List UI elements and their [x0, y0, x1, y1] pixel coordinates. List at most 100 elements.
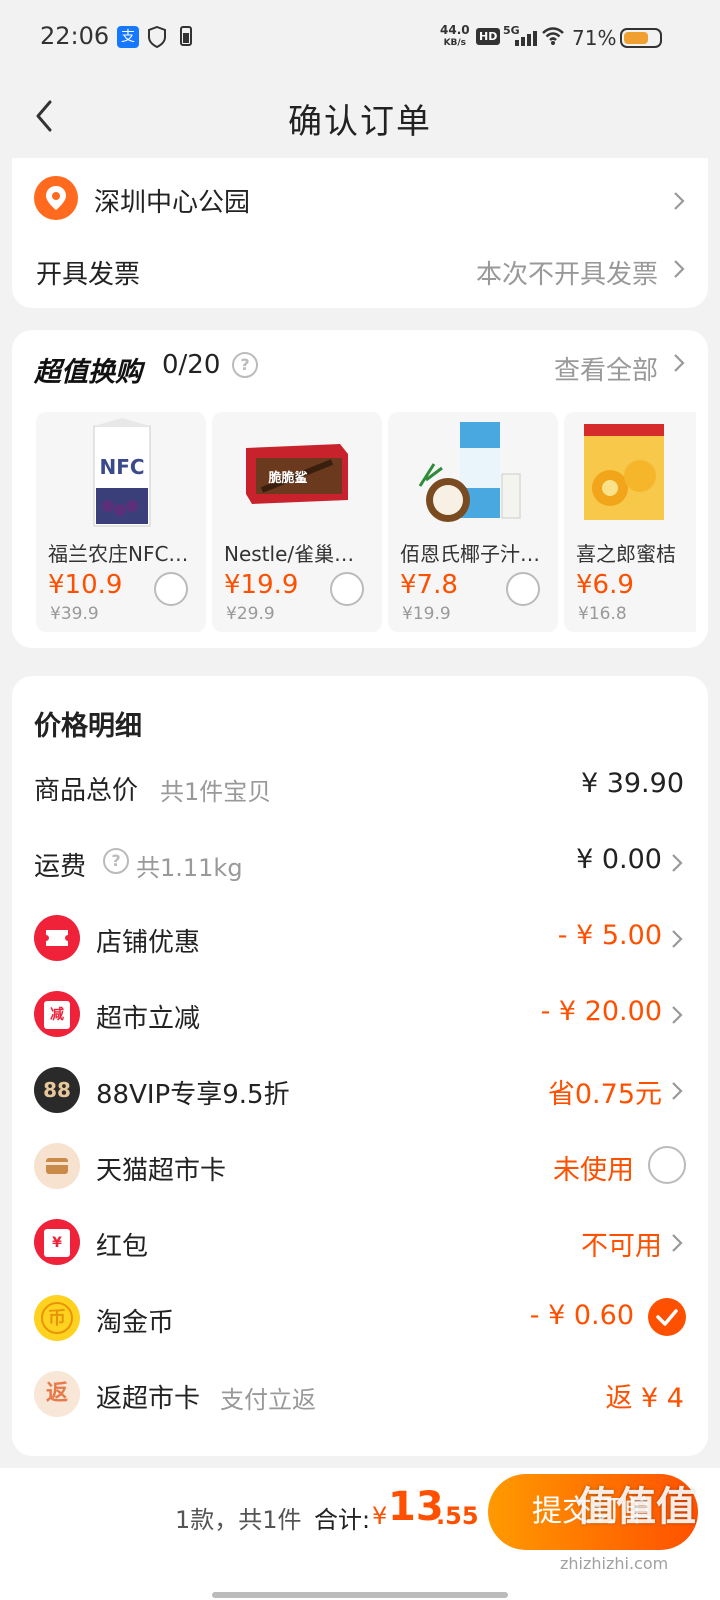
deal-item[interactable]: 喜之郎蜜桔 ¥6.9 ¥16.8 [564, 412, 696, 632]
wafer-label: 脆脆鲨 [267, 470, 307, 486]
deal-select-radio[interactable] [154, 572, 188, 606]
row-label: 返超市卡 [96, 1384, 201, 1414]
row-sub: 共1.11kg [136, 854, 243, 882]
price-detail-section: 价格明细 商品总价 共1件宝贝 ¥ 39.90 运费 ? 共1.11kg ¥ 0… [12, 676, 708, 1456]
juice-carton-image: NFC [93, 418, 151, 527]
watermark-url: zhizhizhi.com [560, 1554, 669, 1573]
row-value: ¥ 39.90 [580, 768, 684, 799]
status-bar: 22:06 支 44.0 KB/s HD 5G 71% [0, 0, 720, 76]
red-packet-icon-text: ¥ [44, 1229, 70, 1257]
row-value: - ¥ 20.00 [540, 996, 662, 1027]
deal-item[interactable]: 脆脆鲨 Nestle/雀巢… ¥19.9 ¥29.9 [212, 412, 382, 632]
chevron-right-icon [674, 192, 685, 210]
row-label: 淘金币 [96, 1308, 175, 1338]
shield-icon [148, 26, 166, 48]
deal-select-radio[interactable] [330, 572, 364, 606]
deal-item[interactable]: 佰恩氏椰子汁… ¥7.8 ¥19.9 [388, 412, 558, 632]
checkmark-icon[interactable] [648, 1298, 686, 1336]
address-text: 深圳中心公园 [94, 188, 251, 218]
item-count: 1款，共1件 [175, 1506, 302, 1534]
chevron-right-icon [672, 1006, 683, 1024]
tmall-card-radio[interactable] [648, 1146, 686, 1184]
deal-original-price: ¥39.9 [50, 604, 99, 624]
address-row[interactable]: 深圳中心公园 [12, 158, 708, 244]
row-value: 省0.75元 [547, 1079, 662, 1110]
help-icon[interactable]: ? [232, 352, 258, 378]
shop-discount-row[interactable]: 店铺优惠 - ¥ 5.00 [12, 904, 708, 974]
tmall-card-row[interactable]: 天猫超市卡 未使用 [12, 1132, 708, 1202]
battery-icon [620, 28, 662, 48]
total-currency: ¥ [372, 1502, 388, 1530]
row-value: ¥ 0.00 [576, 844, 662, 875]
discount-envelope-icon: 减 [34, 991, 80, 1037]
shipping-row[interactable]: 运费 ? 共1.11kg ¥ 0.00 [12, 828, 708, 898]
row-label: 运费 [34, 852, 87, 882]
signal-icon: 5G [503, 24, 537, 48]
invoice-label: 开具发票 [36, 260, 141, 290]
row-sub: 共1件宝贝 [160, 778, 272, 806]
row-label: 商品总价 [34, 776, 139, 806]
speed-value: 44.0 [440, 23, 470, 37]
deal-price: ¥10.9 [48, 570, 123, 600]
deal-original-price: ¥19.9 [402, 604, 451, 624]
coupon-icon [34, 915, 80, 961]
home-indicator[interactable] [212, 1592, 508, 1598]
supermarket-discount-row[interactable]: 减 超市立减 - ¥ 20.00 [12, 980, 708, 1050]
wafer-box-image: 脆脆鲨 [246, 444, 348, 504]
row-value: 未使用 [553, 1155, 634, 1186]
deal-original-price: ¥16.8 [578, 604, 627, 624]
chevron-right-icon [672, 1082, 683, 1100]
row-label: 88VIP专享9.5折 [96, 1080, 290, 1110]
gold-coin-icon: 币 [34, 1295, 80, 1341]
vip-discount-row[interactable]: 88 88VIP专享9.5折 省0.75元 [12, 1056, 708, 1126]
red-packet-row[interactable]: ¥ 红包 不可用 [12, 1208, 708, 1278]
deals-title: 超值换购 [34, 357, 142, 388]
row-value: - ¥ 0.60 [529, 1300, 634, 1331]
deal-name: 福兰农庄NFC… [48, 542, 189, 566]
header: 确认订单 [0, 76, 720, 156]
taojinbi-row[interactable]: 币 淘金币 - ¥ 0.60 [12, 1284, 708, 1354]
status-time: 22:06 [40, 22, 110, 50]
deal-name: 佰恩氏椰子汁… [400, 542, 540, 566]
battery-percent: 71% [572, 26, 617, 50]
deals-count: 0/20 [162, 350, 221, 380]
goods-total-row: 商品总价 共1件宝贝 ¥ 39.90 [12, 752, 708, 822]
hd-icon: HD [476, 28, 501, 45]
deal-select-radio[interactable] [506, 572, 540, 606]
row-label: 天猫超市卡 [96, 1156, 227, 1186]
speed-unit: KB/s [443, 38, 467, 48]
deal-price: ¥7.8 [400, 570, 458, 600]
deal-price: ¥19.9 [224, 570, 299, 600]
chevron-right-icon [674, 260, 685, 278]
juice-label: NFC [99, 455, 144, 479]
cashback-card-row: 返 返超市卡 支付立返 返 ¥ 4 [12, 1360, 708, 1430]
coconut-juice-image [418, 422, 521, 522]
row-value: 不可用 [581, 1231, 662, 1262]
view-all-link[interactable]: 查看全部 [554, 350, 658, 387]
chevron-right-icon [672, 930, 683, 948]
red-packet-icon: ¥ [34, 1219, 80, 1265]
row-label: 超市立减 [96, 1004, 201, 1034]
location-pin-icon [34, 176, 78, 220]
row-label: 红包 [96, 1232, 149, 1262]
price-detail-heading: 价格明细 [34, 711, 142, 742]
chevron-right-icon [672, 1234, 683, 1252]
coin-icon-text: 币 [41, 1302, 73, 1334]
row-label: 店铺优惠 [96, 928, 201, 958]
wifi-icon [542, 27, 564, 45]
deal-price: ¥6.9 [576, 570, 634, 600]
row-sub: 支付立返 [220, 1386, 316, 1414]
help-icon[interactable]: ? [103, 848, 129, 874]
deal-name: Nestle/雀巢… [224, 542, 355, 566]
alipay-icon: 支 [117, 26, 139, 48]
bottom-bar: 1款，共1件 合计: ¥ 13 .55 提交订单 值值值 zhizhizhi.c… [0, 1468, 720, 1600]
chevron-right-icon [672, 854, 683, 872]
card-icon [34, 1143, 80, 1189]
row-value: - ¥ 5.00 [557, 920, 662, 951]
invoice-row[interactable]: 开具发票 本次不开具发票 [12, 244, 708, 308]
network-type: 5G [503, 24, 520, 37]
deal-original-price: ¥29.9 [226, 604, 275, 624]
deal-item[interactable]: NFC 福兰农庄NFC… ¥10.9 ¥39.9 [36, 412, 206, 632]
vip-88-icon: 88 [34, 1067, 80, 1113]
page-title: 确认订单 [288, 102, 432, 142]
